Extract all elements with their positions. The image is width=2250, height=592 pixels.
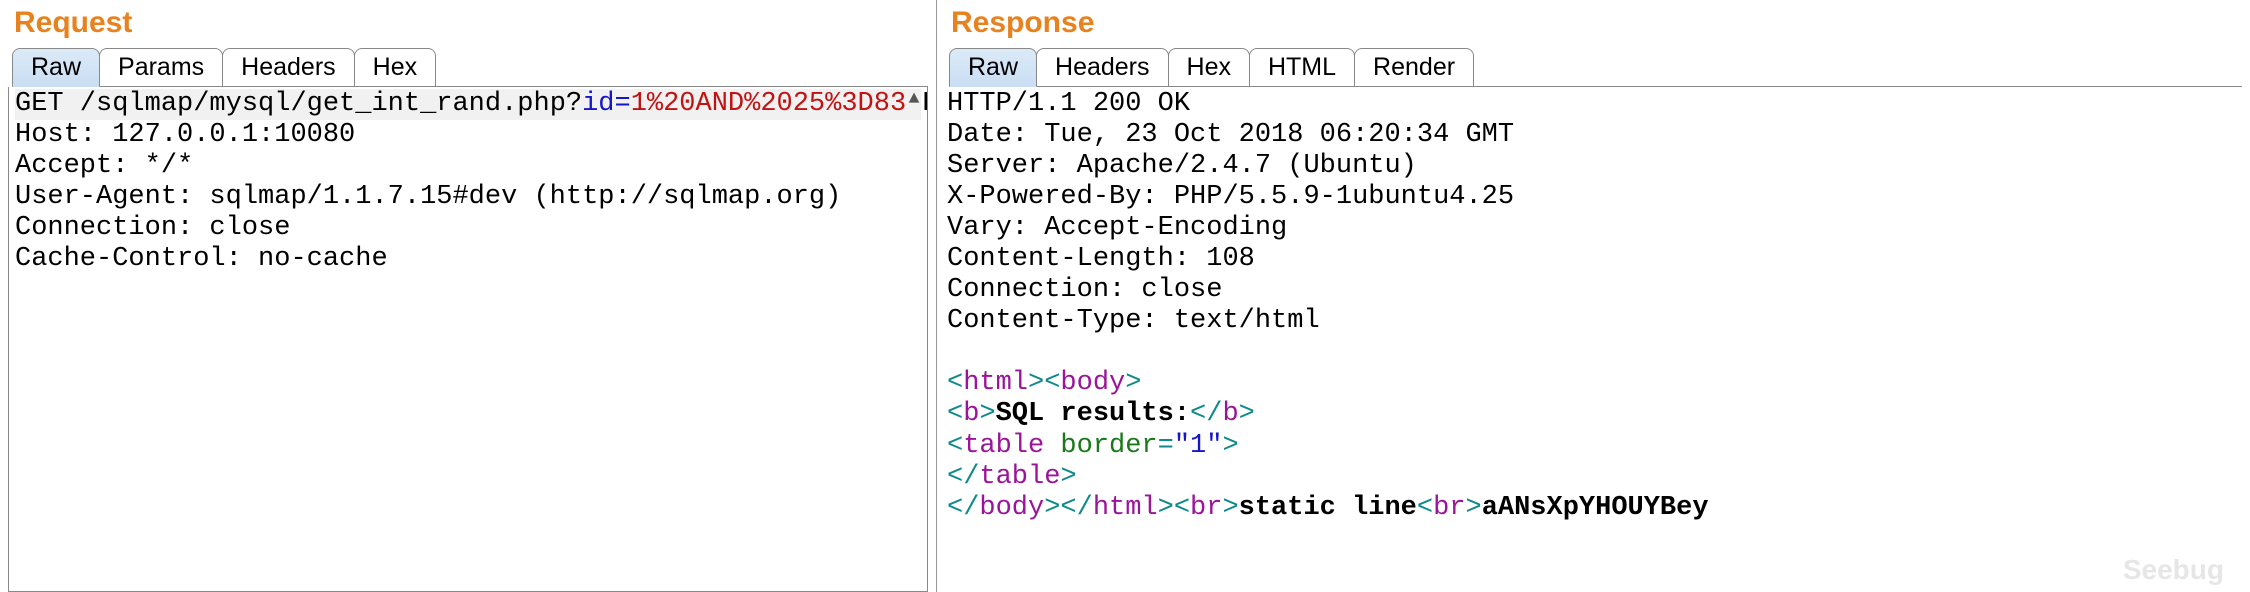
gt: > xyxy=(979,399,995,429)
attr-val: "1" xyxy=(1174,431,1223,461)
gt-lt: >< xyxy=(1028,368,1060,398)
resp-header-line: Vary: Accept-Encoding xyxy=(947,213,1287,243)
lt: < xyxy=(947,431,963,461)
gt: > xyxy=(1125,368,1141,398)
req-param-val: 1%20AND%2025%3D83 xyxy=(631,89,906,119)
tab-request-headers[interactable]: Headers xyxy=(222,48,355,86)
tag-br: br xyxy=(1433,493,1465,523)
req-header-line: Host: 127.0.0.1:10080 xyxy=(15,120,355,150)
body-text: SQL results: xyxy=(996,399,1190,429)
eq: = xyxy=(1158,431,1174,461)
tag-br: br xyxy=(1190,493,1222,523)
scroll-up-icon[interactable]: ▲ xyxy=(903,89,925,111)
resp-header-line: Date: Tue, 23 Oct 2018 06:20:34 GMT xyxy=(947,120,1514,150)
tag-body: body xyxy=(979,493,1044,523)
tab-response-raw[interactable]: Raw xyxy=(949,48,1037,87)
req-header-line: User-Agent: sqlmap/1.1.7.15#dev (http://… xyxy=(15,182,841,212)
tag-b: b xyxy=(963,399,979,429)
split-container: Request Raw Params Headers Hex GET /sqlm… xyxy=(0,0,2250,592)
lt-slash: </ xyxy=(1190,399,1222,429)
tag-body: body xyxy=(1060,368,1125,398)
tag-table: table xyxy=(963,431,1044,461)
tab-response-headers[interactable]: Headers xyxy=(1036,48,1169,86)
tag-html: html xyxy=(963,368,1028,398)
gt: > xyxy=(1466,493,1482,523)
gt-lt-slash: ></ xyxy=(1044,493,1093,523)
lt: < xyxy=(947,399,963,429)
gt-lt: >< xyxy=(1158,493,1190,523)
lt: < xyxy=(947,368,963,398)
req-header-line: Cache-Control: no-cache xyxy=(15,244,388,274)
request-raw-text[interactable]: GET /sqlmap/mysql/get_int_rand.php?id=1%… xyxy=(8,87,928,592)
resp-header-line: Server: Apache/2.4.7 (Ubuntu) xyxy=(947,151,1417,181)
gt: > xyxy=(1222,493,1238,523)
resp-header-line: X-Powered-By: PHP/5.5.9-1ubuntu4.25 xyxy=(947,182,1514,212)
req-header-line: Accept: */* xyxy=(15,151,193,181)
req-eq: = xyxy=(615,89,631,119)
attr-border: border xyxy=(1060,431,1157,461)
gt: > xyxy=(1239,399,1255,429)
response-title: Response xyxy=(951,6,2242,40)
tag-html: html xyxy=(1093,493,1158,523)
req-header-line: Connection: close xyxy=(15,213,290,243)
request-panel: Request Raw Params Headers Hex GET /sqlm… xyxy=(0,0,937,592)
tab-request-hex[interactable]: Hex xyxy=(354,48,436,86)
resp-header-line: Connection: close xyxy=(947,275,1222,305)
body-text: static line xyxy=(1239,493,1417,523)
tab-request-raw[interactable]: Raw xyxy=(12,48,100,87)
response-panel: Response Raw Headers Hex HTML Render HTT… xyxy=(937,0,2250,592)
resp-header-line: Content-Type: text/html xyxy=(947,306,1320,336)
request-tabs: Raw Params Headers Hex xyxy=(12,48,928,87)
gt: > xyxy=(1060,462,1076,492)
tab-response-html[interactable]: HTML xyxy=(1249,48,1355,86)
resp-header-line: Content-Length: 108 xyxy=(947,244,1255,274)
response-content-wrap: HTTP/1.1 200 OK Date: Tue, 23 Oct 2018 0… xyxy=(945,87,2242,592)
req-path: /sqlmap/mysql/get_int_rand.php? xyxy=(64,89,582,119)
watermark: Seebug xyxy=(2123,554,2224,586)
tab-response-render[interactable]: Render xyxy=(1354,48,1474,86)
resp-status-line: HTTP/1.1 200 OK xyxy=(947,89,1190,119)
lt-slash: </ xyxy=(947,462,979,492)
response-raw-text[interactable]: HTTP/1.1 200 OK Date: Tue, 23 Oct 2018 0… xyxy=(945,87,2242,592)
req-param-name: id xyxy=(582,89,614,119)
sp xyxy=(1044,431,1060,461)
lt: < xyxy=(1417,493,1433,523)
tab-request-params[interactable]: Params xyxy=(99,48,223,86)
req-method: GET xyxy=(15,89,64,119)
lt-slash: </ xyxy=(947,493,979,523)
tab-response-hex[interactable]: Hex xyxy=(1168,48,1250,86)
response-tabs: Raw Headers Hex HTML Render xyxy=(949,48,2242,87)
gt: > xyxy=(1222,431,1238,461)
request-title: Request xyxy=(14,6,928,40)
request-content-wrap: GET /sqlmap/mysql/get_int_rand.php?id=1%… xyxy=(8,87,928,592)
tag-b: b xyxy=(1222,399,1238,429)
tag-table: table xyxy=(979,462,1060,492)
body-text: aANsXpYHOUYBey xyxy=(1482,493,1709,523)
